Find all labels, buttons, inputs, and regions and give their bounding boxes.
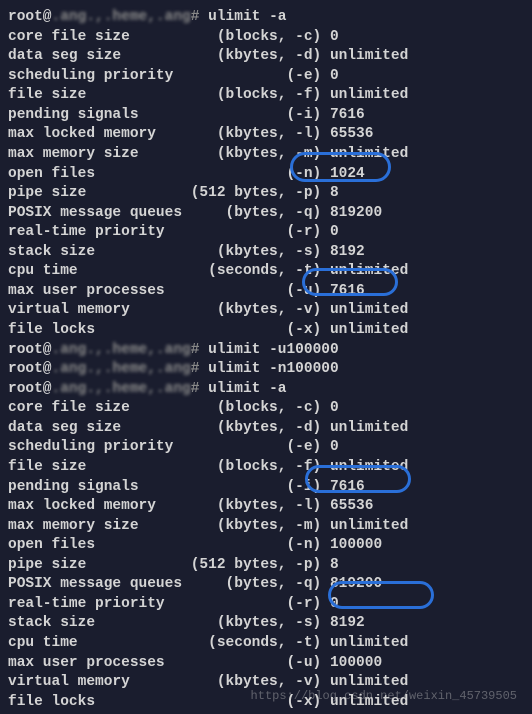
prompt-host: .ang.,.heme,.ang [52, 381, 191, 397]
output-line: real-time priority (-r) 0 [8, 223, 524, 243]
prompt-hash: # [191, 381, 200, 397]
prompt-hash: # [191, 361, 200, 377]
output-line: max memory size (kbytes, -m) unlimited [8, 145, 524, 165]
output-line: stack size (kbytes, -s) 8192 [8, 614, 524, 634]
output-line: max user processes (-u) 7616 [8, 282, 524, 302]
prompt-hash: # [191, 9, 200, 25]
output-line: scheduling priority (-e) 0 [8, 67, 524, 87]
output-line: open files (-n) 100000 [8, 536, 524, 556]
prompt-line: root@.ang.,.heme,.ang# ulimit -a [8, 8, 524, 28]
prompt-host: .ang.,.heme,.ang [52, 9, 191, 25]
prompt-user: root@ [8, 361, 52, 377]
output-line: data seg size (kbytes, -d) unlimited [8, 419, 524, 439]
prompt-user: root@ [8, 9, 52, 25]
output-line: scheduling priority (-e) 0 [8, 438, 524, 458]
prompt-hash: # [191, 342, 200, 358]
output-line: max memory size (kbytes, -m) unlimited [8, 517, 524, 537]
prompt-user: root@ [8, 342, 52, 358]
output-line: real-time priority (-r) 0 [8, 595, 524, 615]
output-line: stack size (kbytes, -s) 8192 [8, 243, 524, 263]
command-text: ulimit -u100000 [208, 342, 339, 358]
command-text: ulimit -a [208, 381, 286, 397]
output-line: core file size (blocks, -c) 0 [8, 28, 524, 48]
prompt-host: .ang.,.heme,.ang [52, 361, 191, 377]
prompt-user: root@ [8, 381, 52, 397]
output-line: core file size (blocks, -c) 0 [8, 399, 524, 419]
prompt-line: root@.ang.,.heme,.ang# ulimit -n100000 [8, 360, 524, 380]
output-line: max user processes (-u) 100000 [8, 654, 524, 674]
output-line: pipe size (512 bytes, -p) 8 [8, 556, 524, 576]
output-line: pending signals (-i) 7616 [8, 106, 524, 126]
output-line: open files (-n) 1024 [8, 165, 524, 185]
output-line: file size (blocks, -f) unlimited [8, 86, 524, 106]
prompt-line: root@.ang.,.heme,.ang# ulimit -u100000 [8, 341, 524, 361]
output-line: max locked memory (kbytes, -l) 65536 [8, 125, 524, 145]
output-line: virtual memory (kbytes, -v) unlimited [8, 301, 524, 321]
watermark-text: https://blog.csdn.net/weixin_45739505 [251, 688, 517, 704]
output-line: pipe size (512 bytes, -p) 8 [8, 184, 524, 204]
output-line: POSIX message queues (bytes, -q) 819200 [8, 204, 524, 224]
output-line: max locked memory (kbytes, -l) 65536 [8, 497, 524, 517]
output-line: file locks (-x) unlimited [8, 321, 524, 341]
output-line: cpu time (seconds, -t) unlimited [8, 262, 524, 282]
output-line: cpu time (seconds, -t) unlimited [8, 634, 524, 654]
prompt-line: root@.ang.,.heme,.ang# ulimit -a [8, 380, 524, 400]
output-line: data seg size (kbytes, -d) unlimited [8, 47, 524, 67]
prompt-host: .ang.,.heme,.ang [52, 342, 191, 358]
terminal-output: root@.ang.,.heme,.ang# ulimit -a core fi… [8, 8, 524, 712]
output-line: POSIX message queues (bytes, -q) 819200 [8, 575, 524, 595]
command-text: ulimit -a [208, 9, 286, 25]
output-line: pending signals (-i) 7616 [8, 478, 524, 498]
output-line: file size (blocks, -f) unlimited [8, 458, 524, 478]
command-text: ulimit -n100000 [208, 361, 339, 377]
